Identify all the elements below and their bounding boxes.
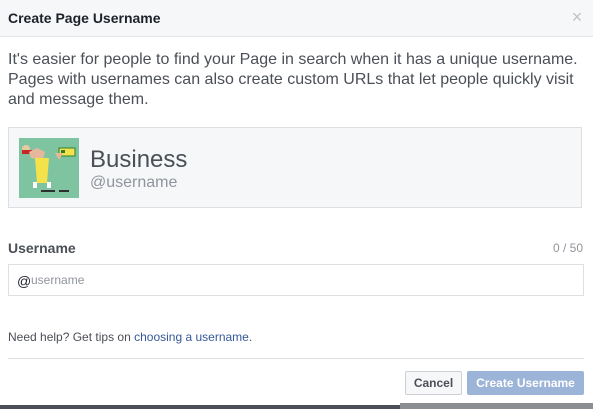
character-counter: 0 / 50 xyxy=(552,241,583,255)
help-prefix: Need help? Get tips on xyxy=(8,330,135,344)
dialog-header: Create Page Username × xyxy=(0,0,593,37)
page-username-preview: @username xyxy=(90,174,178,191)
username-input[interactable] xyxy=(31,269,571,291)
page-preview-card: Business @username xyxy=(8,127,582,208)
page-name: Business xyxy=(90,146,188,173)
footer-divider xyxy=(8,358,584,359)
help-suffix: . xyxy=(248,330,253,344)
choosing-username-link[interactable]: choosing a username xyxy=(134,330,249,344)
cancel-button[interactable]: Cancel xyxy=(405,371,462,395)
create-username-button[interactable]: Create Username xyxy=(467,371,584,395)
username-prefix: @ xyxy=(17,273,32,289)
help-text: Need help? Get tips on choosing a userna… xyxy=(8,330,252,344)
intro-text: It's easier for people to find your Page… xyxy=(8,51,578,108)
username-label: Username xyxy=(8,240,76,256)
background-text-edge xyxy=(400,403,593,409)
close-icon[interactable]: × xyxy=(569,8,585,26)
create-username-dialog: Create Page Username × It's easier for p… xyxy=(0,0,593,409)
dialog-title: Create Page Username xyxy=(8,10,161,26)
page-profile-image xyxy=(19,138,79,198)
username-input-wrapper: @ xyxy=(8,264,584,296)
